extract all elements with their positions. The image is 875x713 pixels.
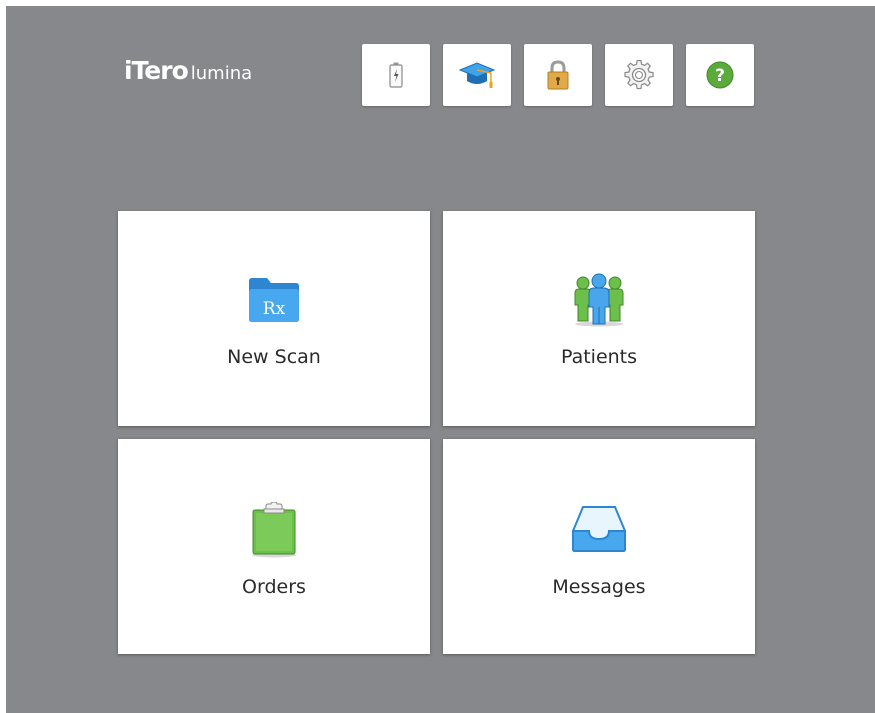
patients-tile[interactable]: Patients: [443, 211, 755, 426]
itero-logo: iTero lumina: [124, 56, 252, 96]
settings-button[interactable]: [605, 44, 673, 106]
patients-label: Patients: [560, 346, 638, 368]
clipboard-icon: [250, 502, 298, 558]
new-scan-label: New Scan: [227, 346, 321, 368]
logo-product: lumina: [190, 63, 253, 84]
orders-label: Orders: [242, 576, 306, 598]
help-glyph: ?: [715, 66, 725, 86]
new-scan-tile[interactable]: Rx New Scan: [118, 211, 430, 426]
rx-label: Rx: [263, 299, 286, 319]
inbox-tray-icon: [571, 505, 627, 553]
logo-brand: iTero: [124, 56, 189, 85]
battery-icon: [389, 62, 403, 88]
patients-icon: [571, 273, 627, 327]
lock-button[interactable]: [524, 44, 592, 106]
gear-icon: [624, 60, 654, 90]
rx-folder-icon: Rx: [247, 275, 301, 323]
help-button[interactable]: ?: [686, 44, 754, 106]
messages-label: Messages: [552, 576, 646, 598]
learning-center-button[interactable]: [443, 44, 511, 106]
help-icon: ?: [706, 61, 734, 89]
graduation-cap-icon: [458, 62, 496, 88]
battery-button[interactable]: [362, 44, 430, 106]
messages-tile[interactable]: Messages: [443, 439, 755, 654]
home-screen: iTero lumina ? Rx New Scan Patients Orde…: [6, 6, 875, 713]
orders-tile[interactable]: Orders: [118, 439, 430, 654]
lock-icon: [547, 60, 569, 90]
